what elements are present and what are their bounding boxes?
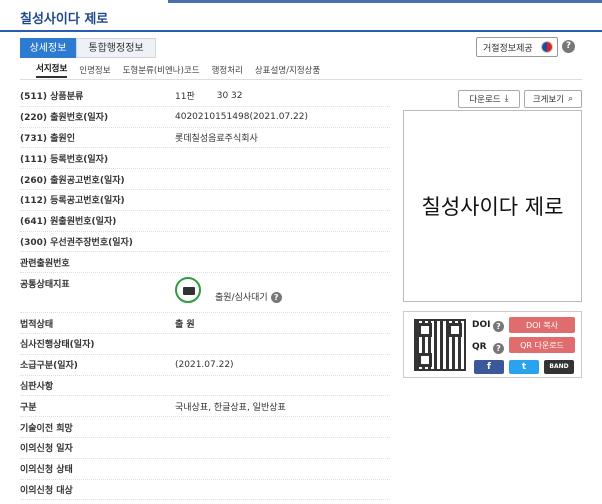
field-value: 롯데칠성음료주식회사 [175,133,258,144]
table-row: 구분 국내상표, 한글상표, 일반상표 [20,396,390,418]
sub-navigation: 서지정보 인명정보 도형분류(비엔나)코드 행정처리 상표설명/지정상품 [20,60,582,80]
field-value: 국내상표, 한글상표, 일반상표 [175,402,286,413]
field-label: 관련출원번호 [20,258,70,269]
table-row: (260) 출원공고번호(일자) [20,169,390,190]
qr-finder [418,323,432,337]
table-row: (641) 원출원번호(일자) [20,211,390,232]
doi-copy-button[interactable]: DOI 복사 [509,317,575,333]
twitter-icon[interactable]: t [509,360,539,374]
table-row: 심판사항 [20,376,390,397]
table-row: 법적상태 출 원 [20,313,390,334]
header-decoration [168,0,602,3]
field-value-extra: 30 32 [216,90,243,101]
doi-label: DOI [472,320,491,330]
refusal-info-label: 거절정보제공 [483,43,533,54]
field-label: (111) 등록번호(일자) [20,154,109,165]
status-text: 출원/심사대기 [215,293,268,304]
detail-table: (511) 상품분류 11판 30 32 (220) 출원번호(일자) 4020… [20,86,390,501]
tab-detail[interactable]: 상세정보 [20,38,76,58]
qr-code-image [414,319,466,371]
magnifier-icon: ⌕ [568,94,574,104]
field-value: 4020210151498(2021.07.22) [175,111,308,122]
field-label: 이의신청 일자 [20,444,73,455]
subnav-goods[interactable]: 상표설명/지정상품 [255,64,320,76]
tab-bar: 상세정보 통합행정정보 [20,38,156,58]
qr-finder [418,353,432,367]
table-row: 소급구분(일자) (2021.07.22) [20,355,390,376]
field-label: (220) 출원번호(일자) [20,113,109,124]
facebook-icon[interactable]: f [474,360,504,374]
trademark-image: 칠성사이다 제로 [403,110,582,302]
band-icon[interactable]: BAND [544,360,574,374]
tab-admin[interactable]: 통합행정정보 [76,38,156,58]
download-label: 다운로드 [469,95,501,105]
field-label: 소급구분(일자) [20,361,78,372]
field-label: 법적상태 [20,319,54,330]
field-label: (511) 상품분류 [20,92,84,103]
field-value: 출 원 [175,319,195,330]
qr-label: QR [472,342,487,352]
field-label: (641) 원출원번호(일자) [20,217,117,228]
zoom-button[interactable]: 크게보기 ⌕ [524,90,582,108]
table-row: (220) 출원번호(일자) 4020210151498(2021.07.22) [20,107,390,128]
folder-open-icon [175,277,201,304]
table-row: (111) 등록번호(일자) [20,148,390,170]
subnav-biblio[interactable]: 서지정보 [36,62,68,78]
field-label: 심사진행상태(일자) [20,340,95,351]
table-row: 이의신청 상태 [20,459,390,480]
refusal-info-button[interactable]: 거절정보제공 [476,37,558,57]
field-value: (2021.07.22) [175,359,234,370]
help-icon[interactable]: ? [493,343,504,354]
table-row: 심사진행상태(일자) [20,334,390,355]
status-indicator: 출원/심사대기 ? [175,277,282,304]
field-label: 이의신청 상태 [20,465,73,476]
subnav-vienna-code[interactable]: 도형분류(비엔나)코드 [123,64,200,76]
download-button[interactable]: 다운로드 ⤓ [458,90,520,108]
qr-download-button[interactable]: QR 다운로드 [509,337,575,353]
table-row: (731) 출원인 롯데칠성음료주식회사 [20,128,390,149]
table-row: 이의신청 대상 [20,480,390,501]
share-panel: DOI ? QR ? DOI 복사 QR 다운로드 f t BAND [403,311,582,378]
qr-download-label: QR 다운로드 [520,340,564,350]
help-icon[interactable]: ? [493,321,504,332]
table-row: (511) 상품분류 11판 30 32 [20,86,390,107]
table-row: 이의신청 일자 [20,438,390,459]
help-icon[interactable]: ? [562,40,575,53]
table-row: 공통상태지표 출원/심사대기 ? [20,273,390,314]
field-label: (731) 출원인 [20,133,75,144]
field-label: (300) 우선권주장번호(일자) [20,237,133,248]
trademark-text: 칠성사이다 제로 [421,195,564,219]
subnav-persons[interactable]: 인명정보 [79,64,110,76]
table-row: 기술이전 희망 [20,417,390,438]
qr-finder [448,323,462,337]
field-label: 이의신청 대상 [20,485,73,496]
field-value: 11판 [175,92,195,103]
table-row: 관련출원번호 [20,252,390,274]
help-icon[interactable]: ? [270,292,282,304]
subnav-admin-process[interactable]: 행정처리 [212,64,243,76]
field-label: (260) 출원공고번호(일자) [20,175,125,186]
table-row: (300) 우선권주장번호(일자) [20,232,390,253]
zoom-label: 크게보기 [532,95,565,105]
field-label: (112) 등록공고번호(일자) [20,196,125,207]
field-label: 공통상태지표 [20,280,70,291]
korea-flag-icon [541,41,553,53]
field-label: 구분 [20,402,37,413]
download-icon: ⤓ [504,94,509,104]
doi-copy-label: DOI 복사 [525,320,559,330]
table-row: (112) 등록공고번호(일자) [20,190,390,211]
top-bar: 칠성사이다 제로 [0,0,602,32]
field-label: 심판사항 [20,381,54,392]
page-title: 칠성사이다 제로 [20,12,109,27]
field-label: 기술이전 희망 [20,423,73,434]
